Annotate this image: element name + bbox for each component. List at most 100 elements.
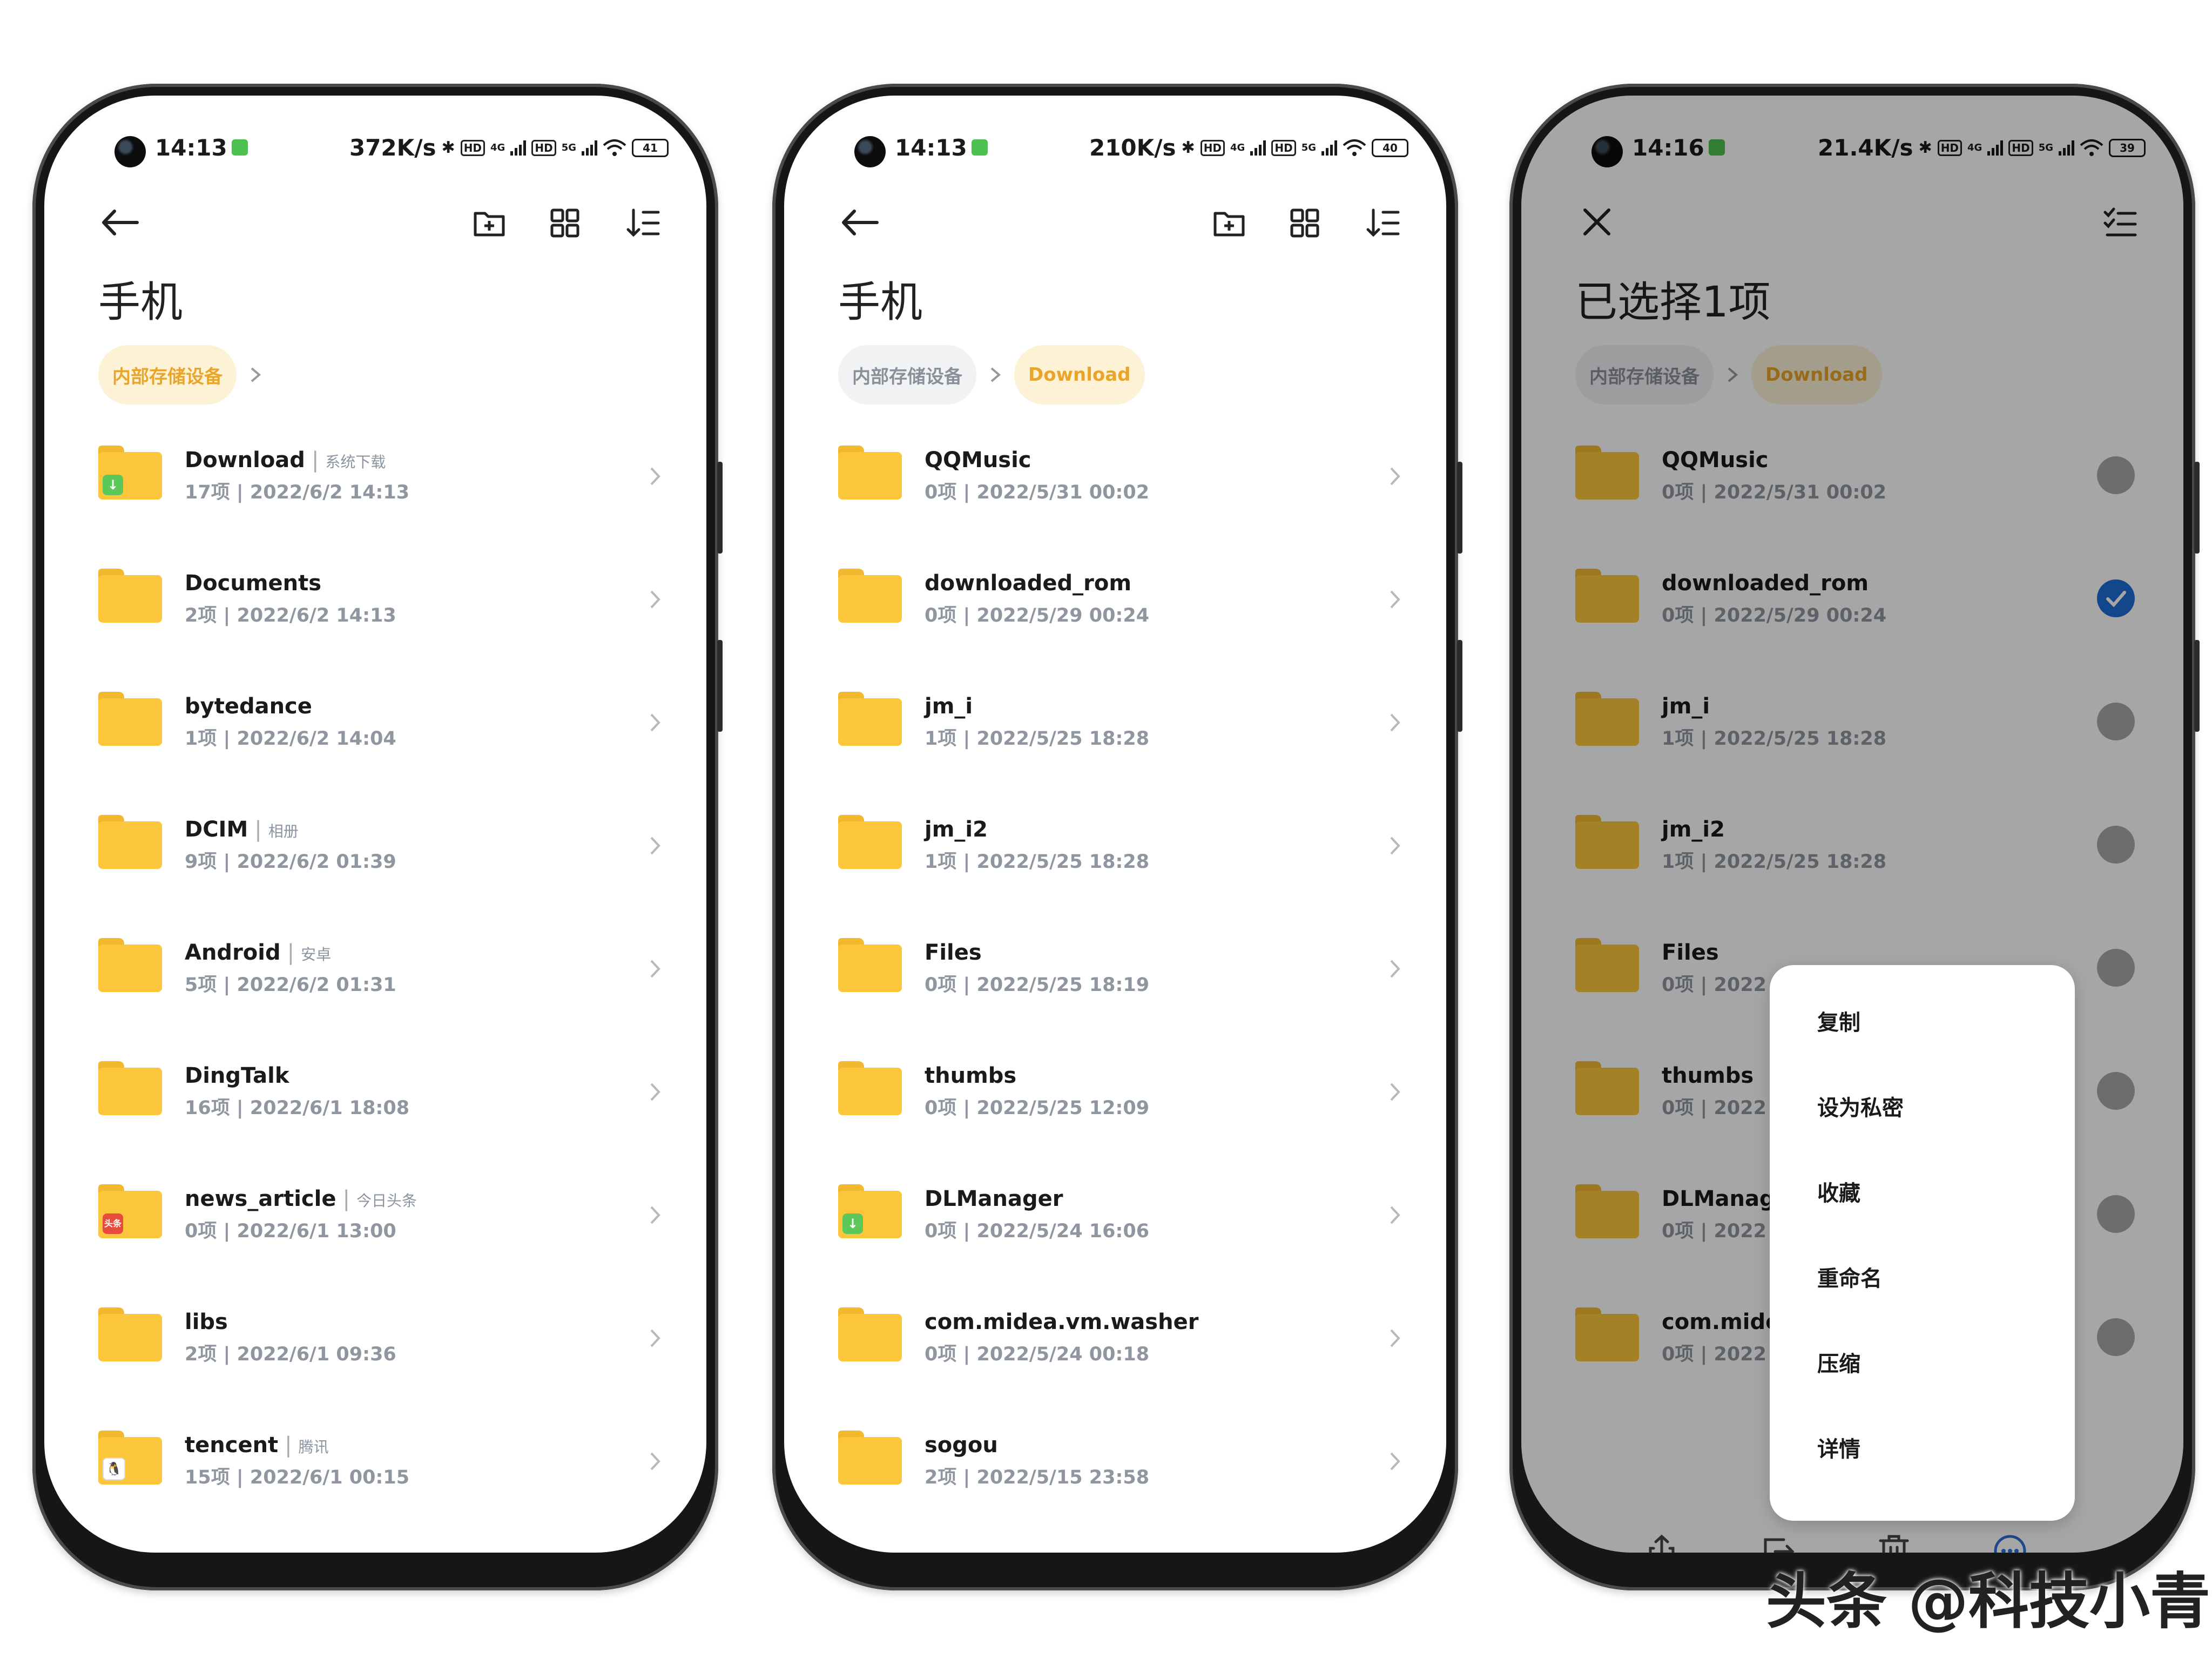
back-arrow-icon[interactable] bbox=[838, 204, 881, 241]
unchecked-circle-icon[interactable] bbox=[2097, 1195, 2135, 1233]
unchecked-circle-icon[interactable] bbox=[2097, 1072, 2135, 1110]
folder-meta: 0项 | 2022/5/24 16:06 bbox=[925, 1220, 1150, 1242]
list-item[interactable]: libs 2项 | 2022/6/1 09:36 bbox=[44, 1287, 706, 1410]
hd-icon-2: HD bbox=[531, 139, 556, 156]
menu-item[interactable]: 复制 bbox=[1770, 978, 2075, 1063]
list-item[interactable]: QQMusic 0项 | 2022/5/31 00:02 bbox=[784, 425, 1446, 548]
more-button[interactable]: 更多 bbox=[1972, 1532, 2048, 1553]
close-icon[interactable] bbox=[1575, 204, 1618, 241]
folder-icon bbox=[1575, 1307, 1639, 1361]
select-all-icon[interactable] bbox=[2102, 205, 2139, 241]
list-item[interactable]: ↓ DLManager 0项 | 2022/5/24 16:06 bbox=[784, 1164, 1446, 1287]
folder-name: downloaded_rom bbox=[1662, 571, 1869, 596]
power-button bbox=[2194, 640, 2200, 732]
status-indicators: 21.4K/s ✱ HD 4G HD 5G 39 bbox=[1818, 134, 2146, 161]
menu-item[interactable]: 压缩 bbox=[1770, 1319, 2075, 1405]
new-folder-icon[interactable] bbox=[471, 205, 508, 241]
list-item[interactable]: 🐧 tencent | 腾讯 15项 | 2022/6/1 00:15 bbox=[44, 1410, 706, 1533]
hd-icon: HD bbox=[1200, 139, 1225, 156]
chevron-right-icon bbox=[251, 367, 261, 382]
list-item[interactable]: sogou 2项 | 2022/5/15 23:58 bbox=[784, 1410, 1446, 1533]
status-time: 14:13 bbox=[895, 134, 988, 161]
qq-badge-icon: 🐧 bbox=[103, 1458, 125, 1480]
chevron-right-icon bbox=[990, 367, 1001, 382]
menu-item[interactable]: 详情 bbox=[1770, 1405, 2075, 1490]
chevron-right-icon bbox=[1390, 713, 1400, 732]
list-item[interactable]: QQMusic 0项 | 2022/5/31 00:02 bbox=[1521, 425, 2183, 548]
folder-icon: ↓ bbox=[98, 446, 162, 500]
battery-icon: 41 bbox=[632, 138, 669, 157]
chevron-right-icon bbox=[650, 1083, 660, 1101]
unchecked-circle-icon[interactable] bbox=[2097, 1318, 2135, 1356]
folder-icon bbox=[1575, 938, 1639, 992]
breadcrumb-internal-storage[interactable]: 内部存储设备 bbox=[98, 345, 237, 404]
folder-name: QQMusic bbox=[1662, 448, 1769, 473]
breadcrumb-download[interactable]: Download bbox=[1751, 345, 1882, 404]
list-item[interactable]: Files 0项 | 2022/5/25 18:19 bbox=[784, 918, 1446, 1041]
folder-name: jm_i2 bbox=[1662, 817, 1725, 842]
folder-tag: 今日头条 bbox=[356, 1192, 417, 1210]
list-item[interactable]: jm_i2 1项 | 2022/5/25 18:28 bbox=[784, 794, 1446, 918]
folder-meta: 0项 | 2022/5/31 00:02 bbox=[925, 482, 1150, 503]
list-item[interactable]: bytedance 1项 | 2022/6/2 14:04 bbox=[44, 671, 706, 794]
new-folder-icon[interactable] bbox=[1211, 205, 1247, 241]
folder-meta: 1项 | 2022/5/25 18:28 bbox=[1662, 728, 1887, 750]
folder-name: jm_i bbox=[925, 694, 973, 719]
hd-icon: HD bbox=[460, 139, 485, 156]
folder-meta: 0项 | 2022/6/1 13:00 bbox=[185, 1220, 396, 1242]
list-item[interactable]: Documents 2项 | 2022/6/2 14:13 bbox=[44, 548, 706, 671]
notification-icon bbox=[231, 139, 248, 156]
list-item[interactable]: jm_i 1项 | 2022/5/25 18:28 bbox=[1521, 671, 2183, 794]
breadcrumb-download[interactable]: Download bbox=[1014, 345, 1145, 404]
grid-view-icon[interactable] bbox=[547, 205, 583, 241]
send-button[interactable]: 发送 bbox=[1624, 1532, 1700, 1553]
folder-icon bbox=[838, 1431, 902, 1485]
list-item[interactable]: DCIM | 相册 9项 | 2022/6/2 01:39 bbox=[44, 794, 706, 918]
folder-tag: 相册 bbox=[268, 822, 299, 840]
wifi-icon bbox=[603, 139, 626, 156]
folder-icon bbox=[1575, 692, 1639, 746]
unchecked-circle-icon[interactable] bbox=[2097, 456, 2135, 494]
unchecked-circle-icon[interactable] bbox=[2097, 826, 2135, 864]
menu-item[interactable]: 重命名 bbox=[1770, 1234, 2075, 1319]
toolbar bbox=[784, 193, 1446, 252]
folder-icon bbox=[838, 446, 902, 500]
delete-button[interactable]: 删除 bbox=[1856, 1532, 1932, 1553]
breadcrumb-internal-storage[interactable]: 内部存储设备 bbox=[838, 345, 976, 404]
screen-3: 14:16 21.4K/s ✱ HD 4G HD 5G 39 已选择1项 内部存… bbox=[1521, 96, 2183, 1553]
bluetooth-icon: ✱ bbox=[441, 138, 455, 157]
chevron-right-icon bbox=[650, 1452, 660, 1471]
signal-icon-2 bbox=[1321, 140, 1337, 156]
folder-meta: 0项 | 2022/5/29 00:24 bbox=[1662, 605, 1887, 626]
sort-icon[interactable] bbox=[625, 205, 662, 241]
menu-item[interactable]: 设为私密 bbox=[1770, 1063, 2075, 1149]
grid-view-icon[interactable] bbox=[1286, 205, 1323, 241]
list-item[interactable]: ↓ Download | 系统下载 17项 | 2022/6/2 14:13 bbox=[44, 425, 706, 548]
list-item[interactable]: DingTalk 16项 | 2022/6/1 18:08 bbox=[44, 1041, 706, 1164]
back-arrow-icon[interactable] bbox=[98, 204, 141, 241]
move-button[interactable]: 移动 bbox=[1740, 1532, 1816, 1553]
hd-icon: HD bbox=[1937, 139, 1963, 156]
folder-name: Files bbox=[1662, 940, 1719, 965]
list-item[interactable]: downloaded_rom 0项 | 2022/5/29 00:24 bbox=[784, 548, 1446, 671]
move-icon bbox=[1764, 1538, 1795, 1553]
list-item[interactable]: jm_i2 1项 | 2022/5/25 18:28 bbox=[1521, 794, 2183, 918]
breadcrumb-internal-storage[interactable]: 内部存储设备 bbox=[1575, 345, 1714, 404]
more-icon bbox=[1994, 1535, 2026, 1553]
folder-meta: 1项 | 2022/6/2 14:04 bbox=[185, 728, 396, 750]
list-item[interactable]: thumbs 0项 | 2022/5/25 12:09 bbox=[784, 1041, 1446, 1164]
list-item[interactable]: com.midea.vm.washer 0项 | 2022/5/24 00:18 bbox=[784, 1287, 1446, 1410]
list-item[interactable]: Android | 安卓 5项 | 2022/6/2 01:31 bbox=[44, 918, 706, 1041]
power-button bbox=[1457, 640, 1462, 732]
folder-name: jm_i bbox=[1662, 694, 1710, 719]
checked-circle-icon[interactable] bbox=[2097, 579, 2135, 617]
phone-frame-2: 14:13 210K/s ✱ HD 4G HD 5G 40 手机 内部存储设备 bbox=[772, 84, 1462, 1590]
wifi-icon bbox=[1343, 139, 1366, 156]
unchecked-circle-icon[interactable] bbox=[2097, 949, 2135, 987]
list-item[interactable]: 头条 news_article | 今日头条 0项 | 2022/6/1 13:00 bbox=[44, 1164, 706, 1287]
unchecked-circle-icon[interactable] bbox=[2097, 703, 2135, 740]
list-item[interactable]: jm_i 1项 | 2022/5/25 18:28 bbox=[784, 671, 1446, 794]
menu-item[interactable]: 收藏 bbox=[1770, 1149, 2075, 1234]
list-item[interactable]: downloaded_rom 0项 | 2022/5/29 00:24 bbox=[1521, 548, 2183, 671]
sort-icon[interactable] bbox=[1365, 205, 1401, 241]
